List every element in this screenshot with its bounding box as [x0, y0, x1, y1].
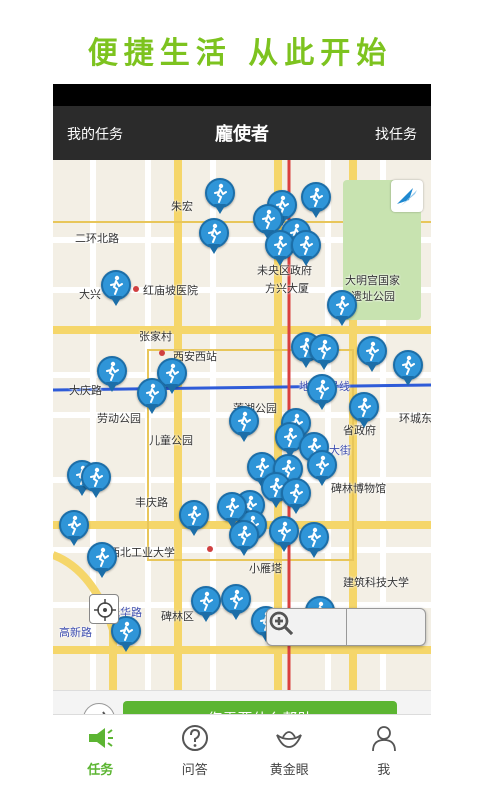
map-label: 丰庆路	[135, 496, 168, 509]
locate-me-button[interactable]	[89, 594, 119, 624]
task-pin[interactable]	[87, 542, 117, 578]
zoom-control	[266, 608, 426, 646]
task-pin[interactable]	[281, 478, 311, 514]
map-label: 劳动公园	[97, 412, 141, 425]
slogan-text: 便捷生活 从此开始	[87, 36, 393, 71]
poi-marker	[133, 286, 139, 292]
task-pin[interactable]	[179, 500, 209, 536]
tab-label: 问答	[181, 763, 208, 778]
task-pin[interactable]	[217, 492, 247, 528]
tab-tasks[interactable]: 任务	[53, 715, 148, 780]
status-bar	[53, 84, 431, 106]
task-pin[interactable]	[307, 374, 337, 410]
map-label: 高新路	[59, 626, 92, 639]
task-pin[interactable]	[97, 356, 127, 392]
poi-marker	[207, 546, 213, 552]
poi-marker	[159, 350, 165, 356]
map-label: 二环北路	[75, 232, 119, 245]
tab-me[interactable]: 我	[337, 715, 432, 780]
map-label: 大兴	[79, 288, 101, 301]
task-pin[interactable]	[199, 218, 229, 254]
tab-label: 黄金眼	[269, 763, 309, 778]
map-label: 大明宫国家	[345, 274, 400, 287]
map-label: 环城东路	[399, 412, 431, 425]
phone-screen: 我的任务 龐使者 找任务 朱宏 二环北路 大兴 红庙坡医院 未央区政府 方兴大厦…	[53, 84, 431, 780]
task-pin[interactable]	[59, 510, 89, 546]
task-pin[interactable]	[101, 270, 131, 306]
map-label: 朱宏	[171, 200, 193, 213]
task-pin[interactable]	[307, 450, 337, 486]
map-label: 小雁塔	[249, 562, 282, 575]
person-icon	[371, 726, 396, 752]
zoom-in-button[interactable]	[269, 609, 426, 645]
megaphone-icon	[89, 728, 114, 748]
tab-label: 任务	[87, 763, 114, 778]
task-pin[interactable]	[229, 406, 259, 442]
task-pin[interactable]	[291, 230, 321, 266]
compass-icon[interactable]	[391, 180, 423, 212]
task-pin[interactable]	[393, 350, 423, 386]
map-label: 方兴大厦	[265, 282, 309, 295]
task-pin[interactable]	[205, 178, 235, 214]
crosshair-icon	[94, 599, 116, 621]
task-pin[interactable]	[191, 586, 221, 622]
task-pin[interactable]	[137, 378, 167, 414]
task-pin[interactable]	[269, 516, 299, 552]
map-label: 建筑科技大学	[343, 576, 409, 589]
task-pin[interactable]	[221, 584, 251, 620]
tab-questions[interactable]: 问答	[148, 715, 243, 780]
bottom-tab-bar: 任务 问答 黄金眼 我	[53, 714, 431, 780]
map-label: 红庙坡医院	[143, 284, 198, 297]
screen: 便捷生活 从此开始 我的任务 龐使者 找任务 朱宏 二环北路 大兴 红庙坡医院 …	[0, 0, 480, 800]
task-pin[interactable]	[299, 522, 329, 558]
task-pin[interactable]	[357, 336, 387, 372]
task-pin[interactable]	[309, 334, 339, 370]
app-header: 我的任务 龐使者 找任务	[53, 106, 431, 160]
map-label: 遗址公园	[351, 290, 395, 303]
task-pin[interactable]	[81, 462, 111, 498]
map-label: 儿童公园	[149, 434, 193, 447]
tab-golden-eye[interactable]: 黄金眼	[242, 715, 337, 780]
map-view[interactable]: 朱宏 二环北路 大兴 红庙坡医院 未央区政府 方兴大厦 大明宫国家 遗址公园 张…	[53, 160, 431, 690]
task-pin[interactable]	[349, 392, 379, 428]
find-tasks-link[interactable]: 找任务	[375, 124, 417, 144]
task-pin[interactable]	[327, 290, 357, 326]
ingot-icon	[276, 731, 303, 748]
map-label: 西北工业大学	[109, 546, 175, 559]
tab-label: 我	[377, 763, 391, 778]
map-label: 张家村	[139, 330, 172, 343]
map-label: 碑林博物馆	[331, 482, 386, 495]
question-icon	[181, 725, 208, 751]
map-label: 碑林区	[161, 610, 194, 623]
task-pin[interactable]	[301, 182, 331, 218]
zoom-in-icon	[269, 611, 294, 636]
